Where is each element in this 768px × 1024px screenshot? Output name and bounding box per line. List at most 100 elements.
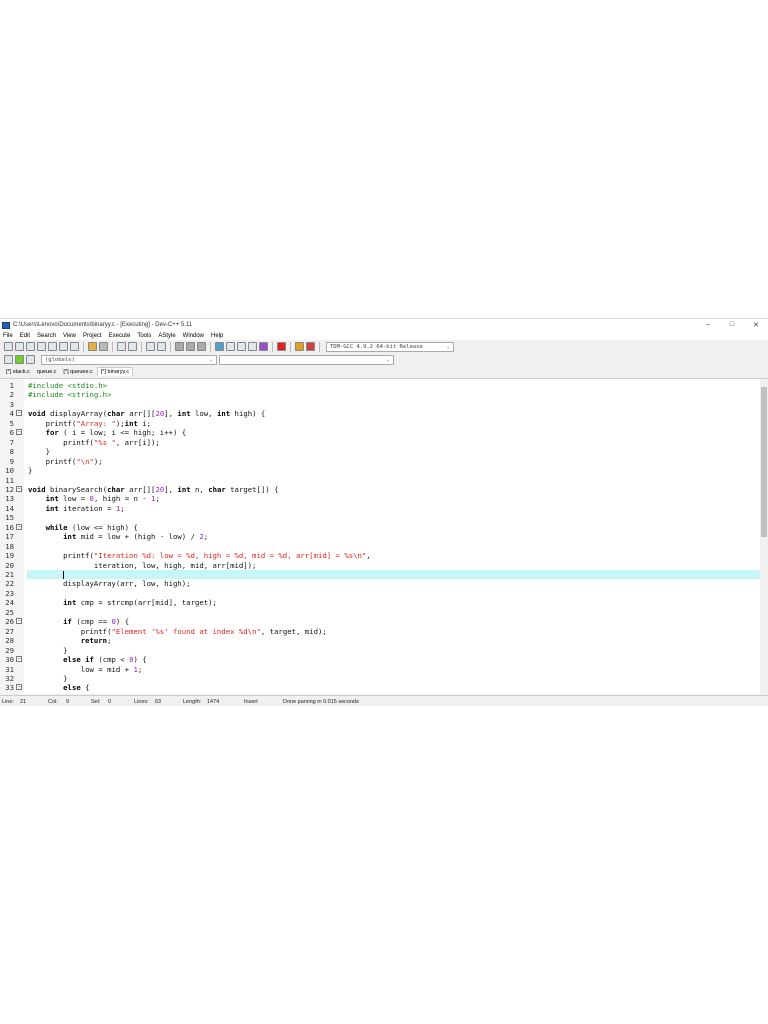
code-editor[interactable]: 1 #include <stdio.h> 2 #include <string.h> 3… [0, 378, 768, 694]
code-line[interactable]: 2 #include <string.h> [0, 390, 760, 399]
code-token: i; [137, 418, 152, 428]
code-line[interactable]: 5 printf("Array: ");int i; [0, 419, 760, 428]
save-all-icon[interactable] [37, 342, 46, 351]
fold-toggle-icon[interactable]: − [16, 429, 22, 436]
indent-icon[interactable] [146, 342, 155, 351]
fold-toggle-icon[interactable]: − [16, 684, 22, 691]
line-number: 24 [5, 598, 14, 608]
code-line[interactable]: 21 [0, 570, 760, 580]
close-icon[interactable] [48, 342, 57, 351]
status-line-label: Line: [2, 698, 14, 705]
code-line[interactable]: 27 printf("Element '%s' found at index %… [0, 627, 760, 636]
menu-help[interactable]: Help [211, 333, 223, 339]
code-line[interactable]: 12− void binarySearch(char arr[][20], int… [0, 485, 760, 494]
code-line[interactable]: 17 int mid = low + (high - low) / 2; [0, 532, 760, 541]
code-line[interactable]: 11 [0, 476, 760, 485]
close-all-icon[interactable] [59, 342, 68, 351]
code-line[interactable]: 32 } [0, 674, 760, 683]
menu-search[interactable]: Search [37, 333, 56, 339]
debug-icon[interactable] [306, 342, 315, 351]
code-line[interactable]: 26− if (cmp == 0) { [0, 617, 760, 626]
code-line[interactable]: 31 low = mid + 1; [0, 665, 760, 674]
rebuild-icon[interactable] [248, 342, 257, 351]
line-code: iteration, low, high, mid, arr[mid]); [27, 561, 760, 570]
code-line[interactable]: 19 printf("Iteration %d: low = %d, high … [0, 551, 760, 560]
menu-file[interactable]: File [3, 333, 13, 339]
save-icon[interactable] [26, 342, 35, 351]
undo-icon[interactable] [88, 342, 97, 351]
open-icon[interactable] [15, 342, 24, 351]
code-line[interactable]: 1 #include <stdio.h> [0, 381, 760, 390]
stop-execution-icon[interactable] [277, 342, 286, 351]
function-select[interactable]: ⌄ [219, 354, 394, 365]
fold-toggle-icon[interactable]: − [16, 485, 22, 492]
code-line[interactable]: 9 printf("\n"); [0, 457, 760, 466]
code-line[interactable]: 10} [0, 466, 760, 475]
code-line[interactable]: 30− else if (cmp < 0) { [0, 655, 760, 664]
chart-icon[interactable] [295, 342, 304, 351]
redo-icon[interactable] [99, 342, 108, 351]
tab-queue[interactable]: queue.c [34, 368, 60, 376]
menu-astyle[interactable]: AStyle [158, 333, 175, 339]
compiler-select[interactable]: TDM-GCC 4.9.2 64-bit Release ⌄ [326, 341, 454, 352]
forward-icon[interactable] [186, 342, 195, 351]
code-token: } [28, 466, 33, 476]
run-icon[interactable] [226, 342, 235, 351]
maximize-button[interactable]: □ [720, 321, 744, 329]
menu-edit[interactable]: Edit [20, 333, 30, 339]
menu-window[interactable]: Window [183, 333, 204, 339]
line-code: void binarySearch(char arr[][20], int n,… [27, 485, 760, 494]
fold-toggle-icon[interactable]: − [16, 523, 22, 530]
tab-stack[interactable]: [*] stack.c [3, 368, 33, 376]
code-line[interactable]: 6− for ( i = low; i <= high; i++) { [0, 428, 760, 437]
code-line[interactable]: 15 [0, 513, 760, 522]
menu-project[interactable]: Project [83, 333, 102, 339]
goto-icon[interactable] [15, 355, 24, 364]
code-line[interactable]: 13 int low = 0, high = n - 1; [0, 494, 760, 503]
code-line[interactable]: 14 int iteration = 1; [0, 504, 760, 513]
code-line[interactable]: 8 } [0, 447, 760, 456]
scrollbar-thumb[interactable] [761, 387, 767, 537]
find-icon[interactable] [117, 342, 126, 351]
menu-tools[interactable]: Tools [137, 333, 151, 339]
compile-run-icon[interactable] [237, 342, 246, 351]
scope-select[interactable]: (globals) ⌄ [41, 354, 217, 365]
class-browser-icon[interactable] [4, 355, 13, 364]
code-line[interactable]: 4− void displayArray(char arr[][20], int … [0, 409, 760, 418]
code-line[interactable]: 16− while (low <= high) { [0, 523, 760, 532]
menu-view[interactable]: View [63, 333, 76, 339]
print-icon[interactable] [70, 342, 79, 351]
check-icon[interactable] [259, 342, 268, 351]
fold-toggle-icon[interactable]: − [16, 656, 22, 663]
code-line[interactable]: 33− else { [0, 683, 760, 692]
line-number: 2 [9, 390, 14, 400]
code-line[interactable]: 7 printf("%s ", arr[i]); [0, 438, 760, 447]
code-token: cmp = strcmp(arr[mid], target); [76, 598, 217, 608]
stop-icon[interactable] [197, 342, 206, 351]
code-line[interactable]: 3 [0, 400, 760, 409]
code-line[interactable]: 22 displayArray(arr, low, high); [0, 579, 760, 588]
back-icon[interactable] [175, 342, 184, 351]
tab-binaryy[interactable]: [*] binaryy.c [96, 367, 134, 376]
code-line[interactable]: 20 iteration, low, high, mid, arr[mid]); [0, 561, 760, 570]
minimize-button[interactable]: – [696, 321, 720, 329]
bookmark-icon[interactable] [26, 355, 35, 364]
code-line[interactable]: 29 } [0, 646, 760, 655]
vertical-scrollbar[interactable] [760, 379, 768, 694]
fold-toggle-icon[interactable]: − [16, 410, 22, 417]
code-line[interactable]: 23 [0, 589, 760, 598]
new-file-icon[interactable] [4, 342, 13, 351]
replace-icon[interactable] [128, 342, 137, 351]
fold-toggle-icon[interactable]: − [16, 618, 22, 625]
line-code: while (low <= high) { [27, 523, 760, 532]
compile-icon[interactable] [215, 342, 224, 351]
code-line[interactable]: 25 [0, 608, 760, 617]
unindent-icon[interactable] [157, 342, 166, 351]
code-line[interactable]: 24 int cmp = strcmp(arr[mid], target); [0, 598, 760, 607]
close-button[interactable]: ✕ [744, 321, 768, 329]
code-line[interactable]: 28 return; [0, 636, 760, 645]
menu-execute[interactable]: Execute [109, 333, 131, 339]
code-line[interactable]: 18 [0, 542, 760, 551]
tab-queuee[interactable]: [*] queuee.c [60, 368, 95, 376]
